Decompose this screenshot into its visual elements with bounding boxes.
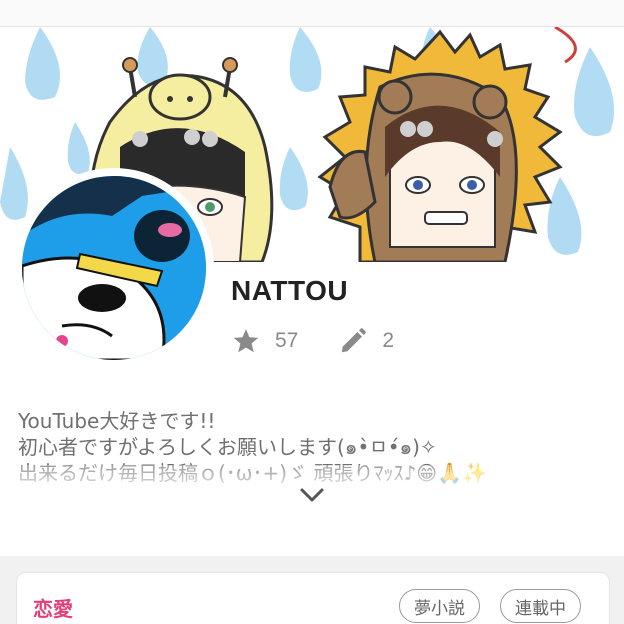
bio-line: 初心者ですがよろしくお願いします(๑•̀ㅁ•́๑)✧ — [18, 435, 437, 459]
avatar[interactable] — [22, 176, 206, 360]
bio-line: YouTube大好きです!! — [18, 409, 216, 433]
top-bar — [0, 0, 624, 27]
pencil-icon — [342, 328, 367, 353]
profile-stats: 57 2 — [231, 325, 394, 357]
works-count[interactable]: 2 — [338, 326, 394, 356]
chevron-down-icon[interactable] — [298, 485, 326, 505]
tag-dream-novel[interactable]: 夢小説 — [399, 589, 480, 623]
tag-ongoing[interactable]: 連載中 — [500, 589, 581, 623]
username: NATTOU — [231, 275, 349, 306]
star-count-value: 57 — [275, 329, 299, 352]
star-icon — [233, 329, 259, 353]
category-label: 恋愛 — [33, 597, 73, 621]
lion-character — [317, 29, 563, 262]
profile-screen: NATTOU 57 2 YouTube大好きです!! 初心者ですがよろしくお願い… — [0, 0, 624, 624]
work-card[interactable]: 恋愛 夢小説 連載中 — [16, 572, 610, 624]
works-count-value: 2 — [382, 329, 395, 352]
star-count[interactable]: 57 — [231, 326, 298, 356]
